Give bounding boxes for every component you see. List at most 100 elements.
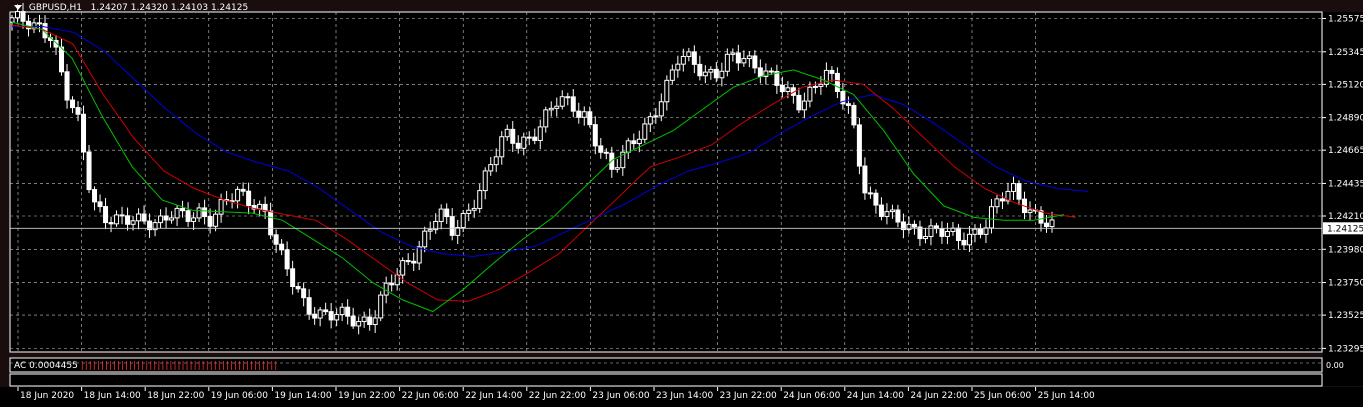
candle-body: [141, 213, 147, 222]
candle-body: [911, 223, 917, 228]
candle-body: [444, 208, 450, 218]
candle-body: [631, 140, 637, 145]
close-price: 1.24125: [210, 3, 249, 13]
candle-body: [20, 11, 26, 22]
candle-body: [323, 309, 329, 313]
candle-body: [488, 164, 494, 172]
candle-body: [785, 87, 791, 93]
candle-body: [510, 128, 516, 144]
candle-body: [37, 22, 43, 25]
candle-body: [702, 71, 708, 77]
candle-body: [301, 288, 307, 299]
candle-body: [422, 230, 428, 248]
candle-body: [1043, 222, 1049, 228]
time-tick-label: 19 Jun 14:00: [274, 391, 331, 401]
candle-body: [592, 124, 598, 147]
candle-body: [559, 96, 565, 107]
candle-body: [1010, 183, 1016, 192]
candle-body: [427, 229, 433, 232]
candle-body: [939, 228, 945, 237]
candle-body: [895, 209, 901, 223]
candle-body: [207, 216, 213, 227]
candle-body: [889, 209, 895, 213]
candle-body: [977, 228, 983, 235]
candle-body: [108, 222, 114, 225]
candle-body: [983, 227, 989, 235]
time-tick-label: 18 Jun 22:00: [147, 391, 204, 401]
candle-body: [570, 96, 576, 112]
candle-body: [493, 156, 499, 166]
price-tick-label: 1.23525: [1328, 311, 1363, 321]
candle-body: [961, 239, 967, 246]
candle-body: [845, 103, 851, 106]
price-chart[interactable]: 1.25575 1.25345 1.25120 1.24890 1.24665 1.244…: [0, 0, 1363, 407]
candle-body: [686, 51, 692, 57]
candle-body: [994, 198, 1000, 208]
candle-body: [97, 201, 103, 208]
time-tick-label: 24 Jun 06:00: [783, 391, 840, 401]
time-tick-label: 22 Jun 22:00: [529, 391, 586, 401]
candle-body: [944, 231, 950, 237]
candle-body: [680, 55, 686, 65]
candle-body: [675, 63, 681, 71]
candle-body: [438, 208, 444, 222]
candle-body: [405, 260, 411, 263]
indicator-subwindow-2: [9, 373, 1323, 387]
price-tick-label: 1.25575: [1328, 15, 1363, 25]
current-price-label: 1.24125: [1327, 224, 1363, 234]
candle-body: [884, 211, 890, 217]
candle-body: [339, 306, 345, 316]
price-tick-label: 1.24435: [1328, 179, 1363, 189]
candle-body: [103, 206, 109, 224]
candle-body: [735, 52, 741, 64]
candle-body: [196, 207, 202, 219]
candle-body: [202, 207, 208, 218]
candle-body: [999, 198, 1005, 202]
candle-body: [812, 85, 818, 88]
candle-body: [64, 71, 70, 101]
candle-body: [367, 316, 373, 326]
candle-body: [543, 109, 549, 128]
candle-body: [70, 99, 76, 109]
price-tick-label: 1.23750: [1328, 279, 1363, 289]
time-tick-label: 22 Jun 14:00: [465, 391, 522, 401]
candle-body: [532, 136, 538, 141]
candle-body: [752, 55, 758, 69]
candle-body: [664, 79, 670, 103]
candle-body: [521, 136, 527, 149]
candle-body: [361, 316, 367, 323]
time-tick-label: 23 Jun 22:00: [720, 391, 777, 401]
candle-body: [400, 260, 406, 276]
candle-body: [460, 212, 466, 229]
candle-body: [746, 55, 752, 60]
price-tick-label: 1.24210: [1328, 212, 1363, 222]
candle-body: [724, 53, 730, 72]
candle-body: [972, 228, 978, 235]
candle-body: [856, 124, 862, 167]
candle-body: [867, 192, 873, 195]
candle-body: [163, 215, 169, 221]
candle-body: [807, 86, 813, 102]
candle-body: [59, 46, 65, 73]
candle-body: [504, 128, 510, 138]
candle-body: [1038, 210, 1044, 224]
candle-body: [818, 83, 824, 87]
candle-body: [169, 217, 175, 221]
candle-body: [669, 69, 675, 81]
candle-body: [136, 213, 142, 222]
candle-body: [851, 104, 857, 126]
candle-body: [548, 107, 554, 111]
price-scale: [1323, 12, 1363, 386]
candle-body: [829, 69, 835, 74]
candle-body: [416, 246, 422, 264]
candle-body: [741, 58, 747, 64]
candle-body: [581, 111, 587, 118]
candle-body: [719, 70, 725, 79]
dropdown-triangle-icon[interactable]: [14, 5, 22, 10]
candle-body: [647, 116, 653, 125]
candle-body: [9, 17, 15, 23]
candle-body: [306, 297, 312, 315]
candle-body: [636, 138, 642, 145]
candle-body: [119, 214, 125, 217]
candle-body: [466, 209, 472, 214]
